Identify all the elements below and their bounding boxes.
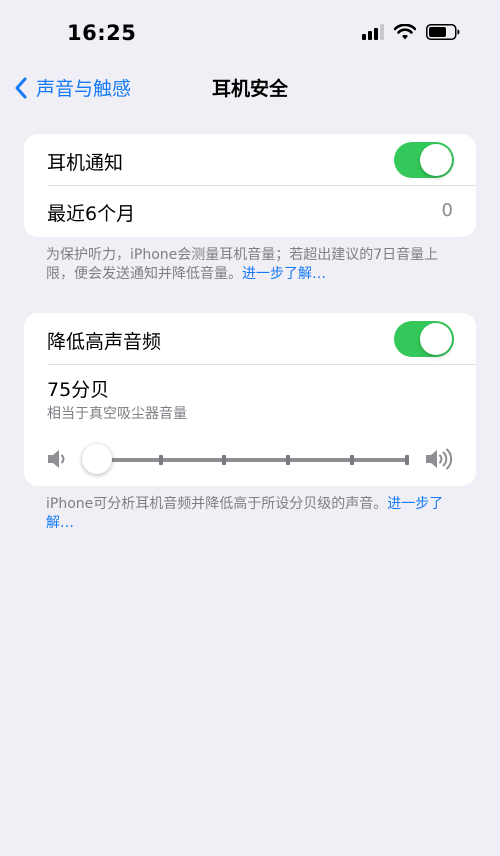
decibel-level-value: 75分贝	[47, 379, 110, 401]
reduce-loud-audio-label: 降低高声音频	[47, 331, 162, 353]
toggle-knob	[420, 144, 452, 176]
volume-low-icon	[48, 450, 65, 468]
status-time: 16:25	[67, 21, 137, 45]
decibel-level-description: 相当于真空吸尘器音量	[47, 406, 187, 422]
divider	[47, 364, 476, 365]
status-icons	[362, 24, 460, 40]
status-bar: 16:25	[0, 0, 500, 64]
headphone-notifications-toggle[interactable]	[394, 142, 454, 178]
headphone-notifications-card: 耳机通知 最近6个月 0	[24, 134, 476, 237]
headphone-notifications-label: 耳机通知	[47, 152, 124, 174]
learn-more-link[interactable]: 进一步了解…	[242, 266, 326, 282]
slider-track[interactable]	[97, 455, 409, 465]
wifi-icon	[394, 24, 416, 40]
reduce-loud-audio-toggle[interactable]	[394, 321, 454, 357]
reduce-loud-audio-row: 降低高声音频	[24, 313, 476, 365]
volume-high-icon	[426, 448, 453, 470]
page-title: 耳机安全	[211, 78, 288, 100]
toggle-knob	[420, 323, 452, 355]
battery-icon	[426, 24, 460, 40]
slider-tick	[286, 455, 290, 465]
reduce-footer-text: iPhone可分析耳机音频并降低高于所设分贝级的声音。	[46, 496, 388, 512]
recent-six-months-row: 最近6个月 0	[24, 185, 476, 236]
notifications-footer: 为保护听力，iPhone会测量耳机音量；若超出建议的7日音量上限，便会发送通知并…	[46, 246, 460, 284]
headphone-notifications-row: 耳机通知	[24, 134, 476, 186]
cellular-signal-icon	[362, 24, 384, 40]
slider-tick	[222, 455, 226, 465]
navigation-bar: 声音与触感 耳机安全	[0, 64, 500, 114]
recent-six-months-value: 0	[441, 200, 453, 221]
decibel-slider[interactable]	[24, 441, 476, 477]
slider-tick	[405, 455, 409, 465]
reduce-loud-audio-card: 降低高声音频 75分贝 相当于真空吸尘器音量	[24, 313, 476, 486]
reduce-loud-audio-footer: iPhone可分析耳机音频并降低高于所设分贝级的声音。进一步了解…	[46, 495, 460, 533]
slider-tick	[159, 455, 163, 465]
slider-tick	[350, 455, 354, 465]
recent-six-months-label: 最近6个月	[47, 203, 136, 225]
slider-thumb[interactable]	[82, 444, 112, 474]
